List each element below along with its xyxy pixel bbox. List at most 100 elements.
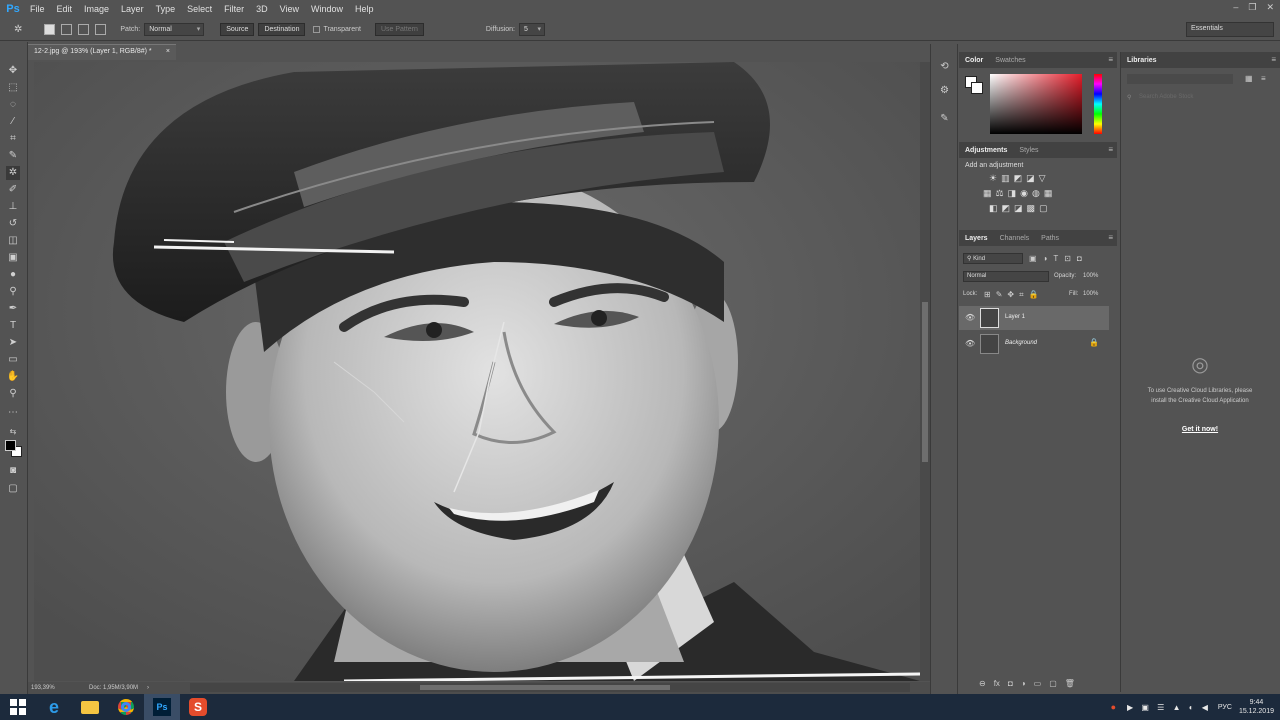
get-it-now-link[interactable]: Get it now! bbox=[1141, 426, 1259, 433]
layer-filter-icons[interactable]: ▣◑T⊡◘ bbox=[1029, 254, 1088, 263]
menu-type[interactable]: Type bbox=[150, 0, 182, 18]
layers-panel-menu-icon[interactable]: ≡ bbox=[1108, 233, 1113, 242]
path-selection-tool-icon[interactable]: ➤ bbox=[6, 336, 20, 350]
bg-color-chip[interactable] bbox=[971, 82, 983, 94]
source-button[interactable]: Source bbox=[220, 23, 255, 36]
restore-button[interactable]: ❐ bbox=[1248, 2, 1256, 13]
invert-icon[interactable]: ◧ bbox=[989, 203, 998, 214]
menu-select[interactable]: Select bbox=[181, 0, 218, 18]
color-panel-menu-icon[interactable]: ≡ bbox=[1108, 55, 1113, 64]
close-document-icon[interactable]: × bbox=[166, 48, 170, 57]
rectangle-tool-icon[interactable]: ▭ bbox=[6, 353, 20, 367]
menu-window[interactable]: Window bbox=[305, 0, 349, 18]
color-balance-icon[interactable]: ⚖ bbox=[996, 188, 1004, 199]
levels-icon[interactable]: ▥ bbox=[1001, 173, 1010, 184]
layer-row-background[interactable]: 👁 Background 🔒 bbox=[959, 332, 1109, 356]
crop-tool-icon[interactable]: ⌗ bbox=[6, 132, 20, 146]
vibrance-icon[interactable]: ▽ bbox=[1039, 173, 1046, 184]
workspace-select[interactable]: Essentials bbox=[1186, 22, 1274, 37]
patch-tool-preset-icon[interactable]: ✲ bbox=[14, 24, 22, 35]
tab-paths[interactable]: Paths bbox=[1041, 235, 1059, 242]
menu-view[interactable]: View bbox=[274, 0, 305, 18]
menu-image[interactable]: Image bbox=[78, 0, 115, 18]
lock-icons[interactable]: ⊞✎✥⌗🔒 bbox=[984, 290, 1044, 300]
marquee-tool-icon[interactable]: ⬚ bbox=[6, 81, 20, 95]
blend-mode-select[interactable]: Normal bbox=[963, 271, 1049, 282]
layer-mask-icon[interactable]: ◘ bbox=[1008, 679, 1013, 688]
menu-layer[interactable]: Layer bbox=[115, 0, 150, 18]
pen-tool-icon[interactable]: ✒ bbox=[6, 302, 20, 316]
foreground-color-swatch[interactable] bbox=[5, 440, 16, 451]
list-view-icon[interactable]: ≡ bbox=[1261, 74, 1266, 83]
hand-tool-icon[interactable]: ✋ bbox=[6, 370, 20, 384]
menu-file[interactable]: File bbox=[24, 0, 51, 18]
menu-filter[interactable]: Filter bbox=[218, 0, 250, 18]
horizontal-scroll-thumb[interactable] bbox=[420, 685, 670, 690]
exposure-icon[interactable]: ◪ bbox=[1026, 173, 1035, 184]
patch-tool-icon[interactable]: ✲ bbox=[6, 166, 20, 180]
tab-layers[interactable]: Layers bbox=[965, 235, 988, 242]
move-tool-icon[interactable]: ✥ bbox=[6, 64, 20, 78]
zoom-level[interactable]: 193,39% bbox=[31, 685, 89, 691]
blur-tool-icon[interactable]: ● bbox=[6, 268, 20, 282]
black-white-icon[interactable]: ◨ bbox=[1008, 188, 1017, 199]
gradient-map-icon[interactable]: ▩ bbox=[1027, 203, 1036, 214]
screen-mode-icon[interactable]: ▢ bbox=[6, 482, 20, 496]
taskbar-photoshop[interactable]: Ps bbox=[144, 694, 180, 720]
taskbar-file-explorer[interactable] bbox=[72, 694, 108, 720]
clone-stamp-tool-icon[interactable]: ⊥ bbox=[6, 200, 20, 214]
grid-view-icon[interactable]: ▦ bbox=[1245, 74, 1253, 83]
layer-filter-kind-select[interactable]: ⚲ Kind bbox=[963, 253, 1023, 264]
type-tool-icon[interactable]: T bbox=[6, 319, 20, 333]
fill-value[interactable]: 100% bbox=[1083, 291, 1098, 297]
subtract-selection-icon[interactable] bbox=[78, 24, 90, 35]
visibility-eye-icon[interactable]: 👁 bbox=[965, 313, 975, 322]
tab-adjustments[interactable]: Adjustments bbox=[965, 147, 1007, 154]
menu-3d[interactable]: 3D bbox=[250, 0, 274, 18]
close-button[interactable]: ✕ bbox=[1266, 2, 1274, 13]
tab-styles[interactable]: Styles bbox=[1019, 147, 1038, 154]
color-field[interactable] bbox=[990, 74, 1082, 134]
group-icon[interactable]: ▭ bbox=[1034, 679, 1042, 688]
new-layer-icon[interactable]: ▢ bbox=[1049, 679, 1057, 688]
lasso-tool-icon[interactable]: ◌ bbox=[6, 98, 20, 112]
horizontal-scrollbar[interactable] bbox=[190, 683, 910, 692]
magic-wand-tool-icon[interactable]: ⁄ bbox=[6, 115, 20, 129]
link-layers-icon[interactable]: ⊖ bbox=[979, 679, 986, 688]
tray-icons[interactable]: ▶ ▣ ☰ ▲ ◐ ◀ bbox=[1127, 703, 1211, 712]
photo-filter-icon[interactable]: ◉ bbox=[1020, 188, 1028, 199]
eyedropper-tool-icon[interactable]: ✎ bbox=[6, 149, 20, 163]
layer-name[interactable]: Background bbox=[1005, 340, 1037, 346]
channel-mixer-icon[interactable]: ◍ bbox=[1032, 188, 1040, 199]
brush-tool-icon[interactable]: ✐ bbox=[6, 183, 20, 197]
brush-settings-panel-icon[interactable]: ✎ bbox=[938, 112, 951, 125]
vertical-scrollbar[interactable] bbox=[920, 62, 930, 681]
history-panel-icon[interactable]: ⟲ bbox=[938, 60, 951, 73]
vertical-scroll-thumb[interactable] bbox=[922, 302, 928, 462]
visibility-eye-icon[interactable]: 👁 bbox=[965, 339, 975, 348]
tab-color[interactable]: Color bbox=[965, 57, 983, 64]
zoom-tool-icon[interactable]: ⚲ bbox=[6, 387, 20, 401]
intersect-selection-icon[interactable] bbox=[95, 24, 107, 35]
quick-mask-icon[interactable]: ◙ bbox=[6, 464, 20, 478]
taskbar-screencast[interactable]: S bbox=[180, 694, 216, 720]
adjustment-layer-icon[interactable]: ◑ bbox=[1021, 679, 1026, 688]
libraries-panel-menu-icon[interactable]: ≡ bbox=[1271, 55, 1276, 64]
windows-start-button[interactable] bbox=[0, 694, 36, 720]
menu-help[interactable]: Help bbox=[349, 0, 380, 18]
trash-icon[interactable]: 🗑 bbox=[1065, 679, 1075, 688]
properties-panel-icon[interactable]: ⚙ bbox=[938, 84, 951, 97]
minimize-button[interactable]: – bbox=[1233, 2, 1238, 12]
tray-app-icons[interactable]: ● bbox=[1111, 702, 1120, 712]
layer-row-layer-1[interactable]: 👁 Layer 1 bbox=[959, 306, 1109, 330]
document-canvas[interactable] bbox=[34, 62, 920, 681]
gradient-tool-icon[interactable]: ▣ bbox=[6, 251, 20, 265]
transparent-checkbox[interactable] bbox=[313, 26, 321, 33]
more-tools-icon[interactable]: ⋯ bbox=[6, 406, 20, 420]
tab-swatches[interactable]: Swatches bbox=[995, 57, 1025, 64]
posterize-icon[interactable]: ◩ bbox=[1002, 203, 1011, 214]
patch-mode-select[interactable]: Normal bbox=[144, 23, 205, 36]
menu-edit[interactable]: Edit bbox=[51, 0, 79, 18]
layer-name[interactable]: Layer 1 bbox=[1005, 314, 1025, 320]
brightness-contrast-icon[interactable]: ☀ bbox=[989, 173, 997, 184]
